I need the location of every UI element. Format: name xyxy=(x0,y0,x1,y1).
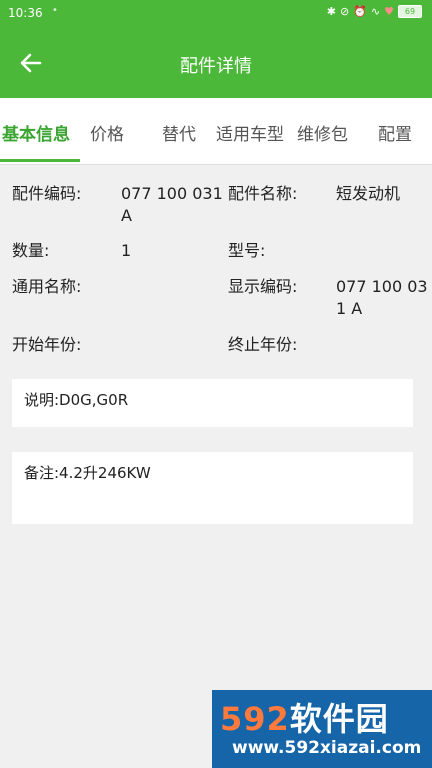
alarm-icon: ⏰ xyxy=(353,5,367,18)
part-name-label: 配件名称: xyxy=(228,184,298,203)
description-text: 说明:D0G,G0R xyxy=(24,391,129,409)
tab-repair-kit[interactable]: 维修包 xyxy=(297,120,348,145)
watermark-brand-number: 592 xyxy=(220,700,290,738)
watermark-brand-text: 软件园 xyxy=(289,700,389,738)
status-time: 10:36 xyxy=(8,6,43,20)
active-tab-indicator xyxy=(0,159,80,162)
tab-bar: 基本信息 价格 替代 适用车型 维修包 配置 xyxy=(0,98,432,165)
site-watermark: 592软件园 www.592xiazai.com xyxy=(212,690,432,768)
tab-price[interactable]: 价格 xyxy=(90,120,124,145)
common-name-label: 通用名称: xyxy=(12,277,82,296)
display-code-label: 显示编码: xyxy=(228,277,298,296)
end-year-label: 终止年份: xyxy=(228,335,298,354)
display-code-value: 077 100 031 A xyxy=(336,277,428,318)
watermark-brand: 592软件园 xyxy=(220,694,389,740)
description-card: 说明:D0G,G0R xyxy=(12,379,413,427)
tab-replacement[interactable]: 替代 xyxy=(162,120,196,145)
status-icons: ✱ ⊘ ⏰ ∿ ♥ 69 xyxy=(327,5,422,18)
remark-card: 备注:4.2升246KW xyxy=(12,452,413,524)
app-bar: 配件详情 xyxy=(0,28,432,98)
tab-config[interactable]: 配置 xyxy=(378,120,412,145)
status-bar: 10:36 • ✱ ⊘ ⏰ ∿ ♥ 69 xyxy=(0,0,432,28)
quantity-value: 1 xyxy=(121,241,132,260)
model-label: 型号: xyxy=(228,241,266,260)
signal-icon: ∿ xyxy=(370,5,381,18)
battery-icon: 69 xyxy=(398,5,422,18)
heart-icon: ♥ xyxy=(384,5,394,18)
bluetooth-icon: ✱ xyxy=(326,5,336,18)
mute-icon: ⊘ xyxy=(339,5,350,18)
notification-dot-icon: • xyxy=(52,5,58,16)
page-title: 配件详情 xyxy=(180,56,252,77)
part-code-label: 配件编码: xyxy=(12,184,82,203)
quantity-label: 数量: xyxy=(12,241,50,260)
start-year-label: 开始年份: xyxy=(12,335,82,354)
tab-applicable-models[interactable]: 适用车型 xyxy=(216,120,284,145)
part-code-value: 077 100 031 A xyxy=(121,184,223,225)
watermark-url: www.592xiazai.com xyxy=(232,738,422,758)
remark-text: 备注:4.2升246KW xyxy=(24,464,151,482)
part-name-value: 短发动机 xyxy=(336,184,401,203)
tab-basic-info[interactable]: 基本信息 xyxy=(2,120,70,145)
